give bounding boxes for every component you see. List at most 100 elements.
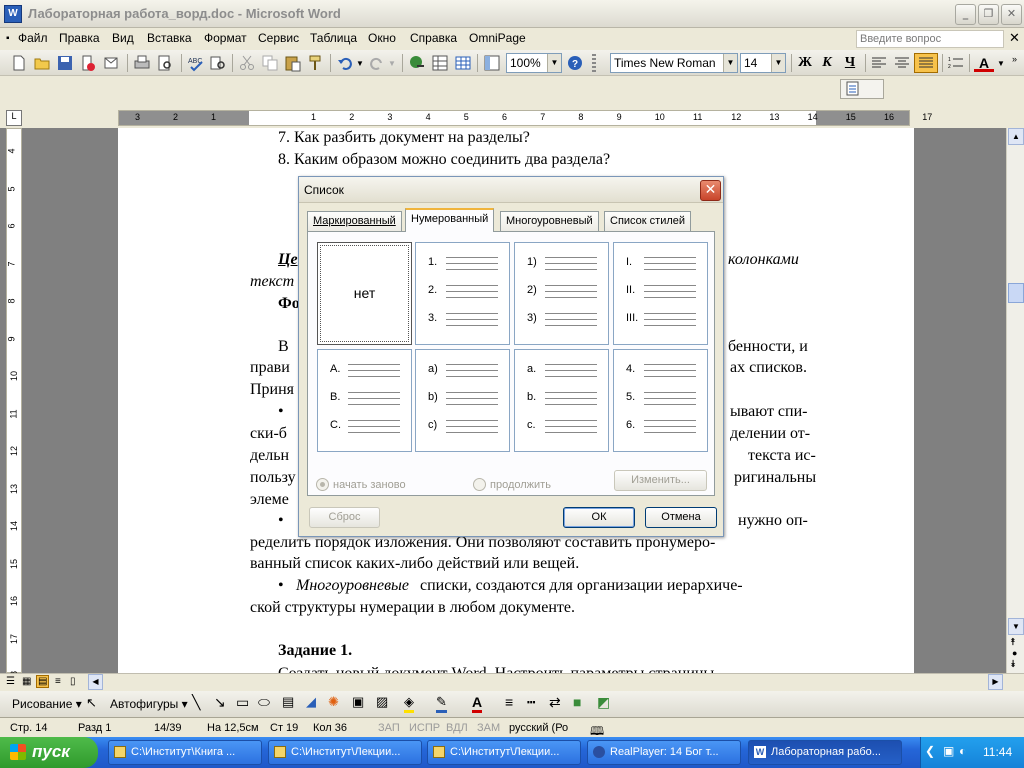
- shadow-style-icon[interactable]: ■: [573, 694, 581, 710]
- document-map-icon[interactable]: [483, 54, 501, 72]
- zoom-combo[interactable]: 100% ▼: [506, 53, 562, 73]
- numbering-icon[interactable]: 12: [947, 54, 965, 72]
- picture-icon[interactable]: ▨: [376, 694, 388, 710]
- numbering-format-option[interactable]: I. II. III.: [613, 242, 708, 345]
- ok-button[interactable]: ОК: [563, 507, 635, 528]
- draw-font-color-icon[interactable]: A: [472, 694, 483, 713]
- status-trk[interactable]: ИСПР: [409, 722, 440, 734]
- task-button[interactable]: C:\Институт\Лекции...: [427, 740, 581, 765]
- help-icon[interactable]: ?: [566, 54, 584, 72]
- print-layout-icon[interactable]: ▤: [36, 675, 50, 688]
- clipart-icon[interactable]: ▣: [352, 694, 364, 710]
- tab-list-styles[interactable]: Список стилей: [604, 211, 692, 231]
- new-document-icon[interactable]: [10, 54, 28, 72]
- tab-numbered[interactable]: Нумерованный: [405, 208, 495, 232]
- cancel-button[interactable]: Отмена: [645, 507, 717, 528]
- insert-table-icon[interactable]: [454, 54, 472, 72]
- menu-tools[interactable]: Сервис: [258, 31, 299, 45]
- start-button[interactable]: пуск: [0, 737, 98, 768]
- draw-menu-button[interactable]: Рисование ▾: [12, 697, 82, 711]
- menu-window[interactable]: Окно: [368, 31, 396, 45]
- scroll-thumb[interactable]: [1008, 283, 1024, 303]
- line-color-icon[interactable]: ✎: [436, 694, 447, 713]
- email-icon[interactable]: [102, 54, 120, 72]
- textbox-icon[interactable]: ▤: [282, 694, 294, 710]
- menu-file[interactable]: Файл: [18, 31, 48, 45]
- numbering-format-option[interactable]: 1. 2. 3.: [415, 242, 510, 345]
- task-button[interactable]: C:\Институт\Книга ...: [108, 740, 262, 765]
- align-center-icon[interactable]: [893, 54, 911, 72]
- menu-format[interactable]: Формат: [204, 31, 247, 45]
- spelling-icon[interactable]: ABC: [187, 54, 205, 72]
- numbering-format-option[interactable]: A. B. C.: [317, 349, 412, 452]
- font-name-combo[interactable]: Times New Roman ▼: [610, 53, 738, 73]
- autoshapes-button[interactable]: Автофигуры ▾: [110, 697, 188, 711]
- scroll-up-icon[interactable]: ▲: [1008, 128, 1024, 145]
- clock[interactable]: 11:44: [983, 745, 1012, 759]
- dialog-close-button[interactable]: ✕: [700, 180, 721, 201]
- arrow-style-icon[interactable]: ⇄: [549, 694, 561, 711]
- numbering-format-option[interactable]: a. b. c.: [514, 349, 609, 452]
- reading-view-icon[interactable]: ▯: [70, 676, 76, 687]
- undo-icon[interactable]: [336, 54, 354, 72]
- chevron-down-icon[interactable]: ▼: [723, 54, 737, 72]
- 3d-style-icon[interactable]: ◩: [597, 694, 610, 711]
- tab-stop-selector[interactable]: L: [6, 110, 22, 126]
- doc-menu-icon[interactable]: ▪: [6, 33, 10, 44]
- minimize-button[interactable]: _: [955, 4, 976, 25]
- continue-numbering-radio[interactable]: [473, 478, 486, 491]
- restore-button[interactable]: ❐: [978, 4, 999, 25]
- chevron-down-icon[interactable]: ▼: [547, 54, 561, 72]
- select-objects-icon[interactable]: ↖: [86, 695, 97, 711]
- close-document-icon[interactable]: ✕: [1009, 30, 1020, 46]
- redo-icon[interactable]: [368, 54, 386, 72]
- network-icon[interactable]: ▣: [943, 744, 954, 758]
- menu-view[interactable]: Вид: [112, 31, 134, 45]
- paste-icon[interactable]: [284, 54, 302, 72]
- next-page-icon[interactable]: ⯯: [1010, 659, 1016, 670]
- tables-borders-icon[interactable]: [431, 54, 449, 72]
- vertical-ruler[interactable]: 456789101112131415161718: [6, 128, 22, 681]
- restart-numbering-radio[interactable]: [316, 478, 329, 491]
- research-icon[interactable]: [209, 54, 227, 72]
- arrow-icon[interactable]: ↘: [214, 694, 226, 711]
- bold-button[interactable]: Ж: [795, 54, 815, 72]
- task-button[interactable]: C:\Институт\Лекции...: [268, 740, 422, 765]
- outline-view-icon[interactable]: ≡: [55, 676, 61, 687]
- menu-insert[interactable]: Вставка: [147, 31, 192, 45]
- font-color-button[interactable]: A: [974, 54, 994, 72]
- browse-object-icon[interactable]: ●: [1012, 648, 1017, 658]
- scroll-down-icon[interactable]: ▼: [1008, 618, 1024, 635]
- diagram-icon[interactable]: ✺: [328, 694, 339, 710]
- menu-edit[interactable]: Правка: [59, 31, 100, 45]
- close-window-button[interactable]: ✕: [1001, 4, 1022, 25]
- reset-button[interactable]: Сброс: [309, 507, 380, 528]
- status-ovr[interactable]: ЗАМ: [477, 722, 500, 734]
- styles-pane-button[interactable]: [840, 79, 884, 99]
- change-button[interactable]: Изменить...: [614, 470, 707, 491]
- format-none[interactable]: нет: [317, 242, 412, 345]
- font-size-combo[interactable]: 14 ▼: [740, 53, 786, 73]
- word-app-icon[interactable]: W: [4, 5, 22, 23]
- numbering-format-option[interactable]: 4. 5. 6.: [613, 349, 708, 452]
- horizontal-scrollbar[interactable]: ☰ ▦ ▤ ≡ ▯ ◀ ▶: [0, 673, 1024, 691]
- scroll-left-icon[interactable]: ◀: [88, 674, 103, 690]
- numbering-format-option[interactable]: a) b) c): [415, 349, 510, 452]
- fill-color-icon[interactable]: ◈: [404, 694, 414, 713]
- tab-multilevel[interactable]: Многоуровневый: [500, 211, 599, 231]
- chevron-down-icon[interactable]: ▼: [997, 59, 1005, 68]
- scroll-right-icon[interactable]: ▶: [988, 674, 1003, 690]
- rectangle-icon[interactable]: ▭: [236, 694, 249, 711]
- italic-button[interactable]: К: [817, 54, 837, 72]
- oval-icon[interactable]: ⬭: [258, 694, 270, 711]
- horizontal-ruler[interactable]: 3 2 1 1 2 3 4 5 6 7 8 9 10 11 12 13 14 15 16 17: [118, 110, 932, 126]
- open-folder-icon[interactable]: [33, 54, 51, 72]
- web-view-icon[interactable]: ▦: [22, 676, 31, 687]
- align-left-icon[interactable]: [870, 54, 888, 72]
- wordart-icon[interactable]: ◢: [306, 694, 316, 710]
- hyperlink-icon[interactable]: [408, 54, 426, 72]
- line-icon[interactable]: ╲: [192, 694, 200, 711]
- justify-button[interactable]: [914, 53, 938, 73]
- toolbar-options-icon[interactable]: »: [1012, 54, 1017, 64]
- volume-icon[interactable]: ◐: [959, 744, 966, 758]
